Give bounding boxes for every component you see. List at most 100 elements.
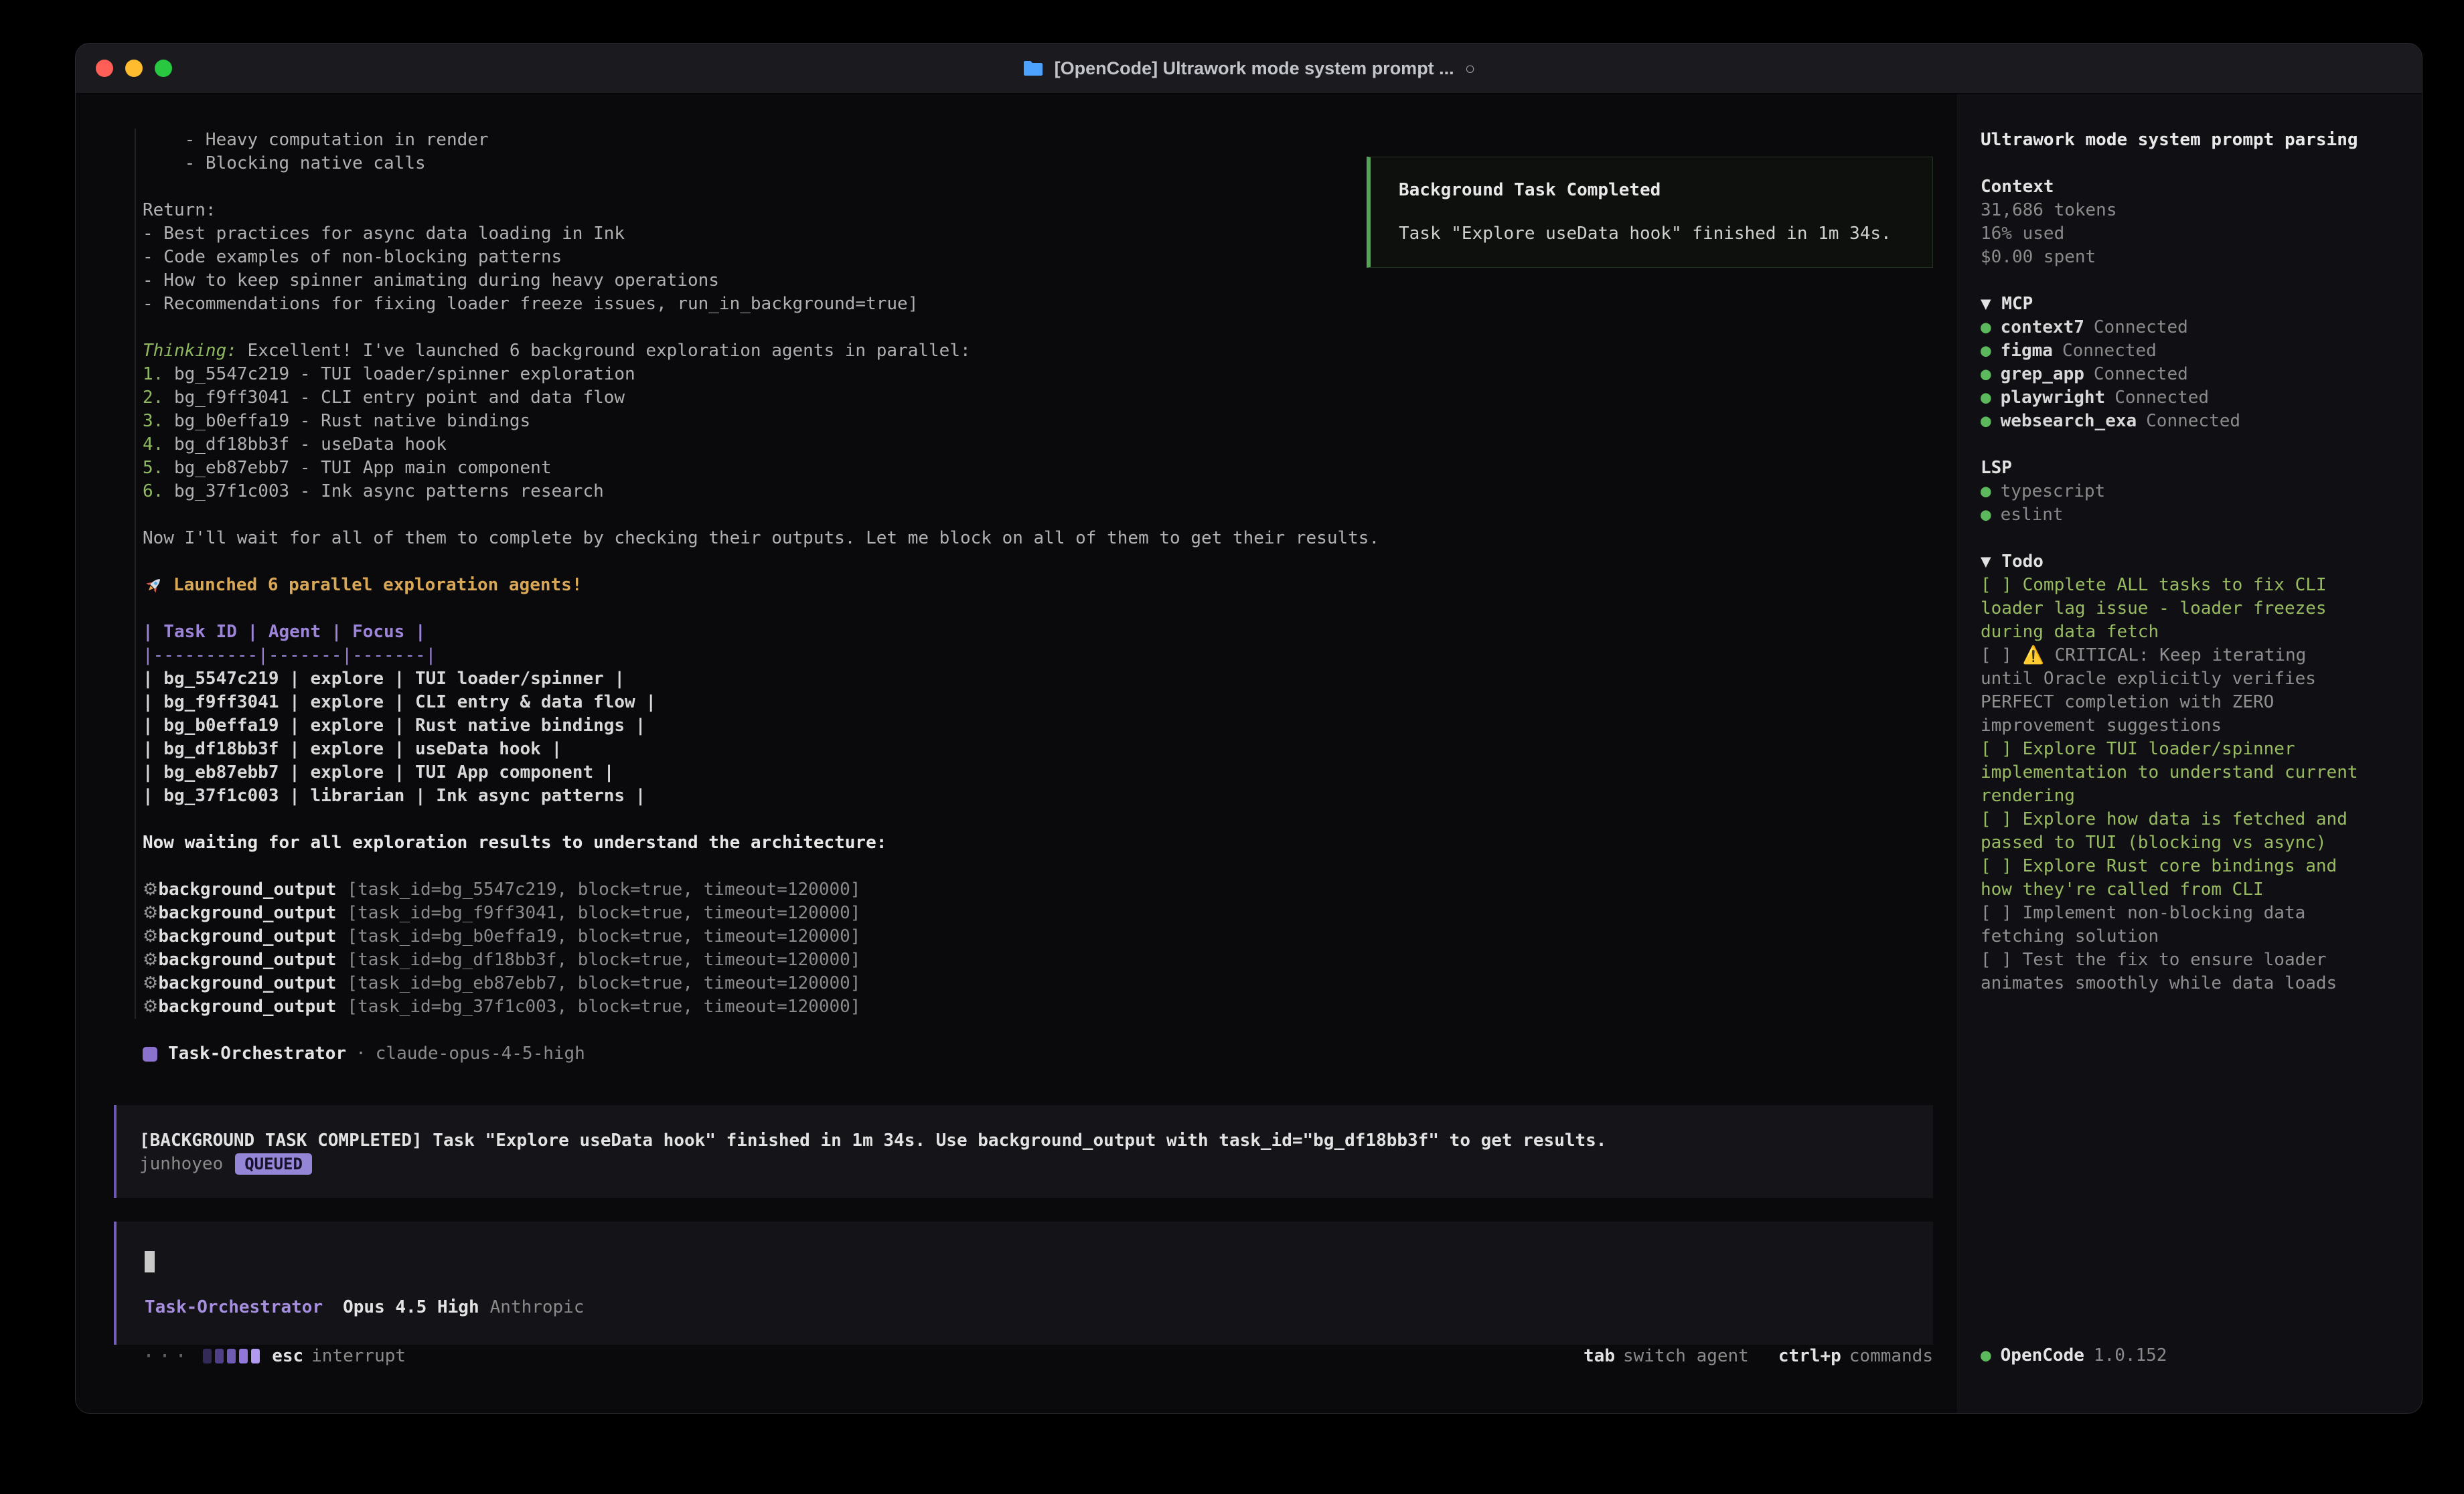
- table-row: | bg_b0effa19 | explore | Rust native bi…: [143, 714, 1933, 738]
- commands-label: commands: [1849, 1346, 1933, 1366]
- mcp-item: ●playwrightConnected: [1981, 386, 2365, 410]
- agent-list-item: 2. bg_f9ff3041 - CLI entry point and dat…: [143, 386, 1933, 410]
- tab-label: switch agent: [1623, 1346, 1749, 1366]
- tool-call: ⚙background_output [task_id=bg_b0effa19, …: [143, 925, 1933, 948]
- notification-title: Background Task Completed: [1399, 179, 1904, 202]
- separator-dot: ·: [356, 1042, 366, 1066]
- app-name: OpenCode: [2001, 1345, 2084, 1365]
- mcp-server-name: playwright: [2001, 388, 2106, 408]
- thinking-line: Thinking: Excellent! I've launched 6 bac…: [143, 339, 1933, 363]
- tool-args: [task_id=bg_df18bb3f, block=true, timeou…: [347, 950, 860, 970]
- app-version: ●OpenCode1.0.152: [1981, 1344, 2167, 1367]
- gear-icon: ⚙: [143, 973, 158, 993]
- agent-list-text: bg_37f1c003 - Ink async patterns researc…: [163, 481, 603, 501]
- terminal-main[interactable]: - Heavy computation in render - Blocking…: [76, 94, 1956, 1413]
- table-separator: |----------|-------|-------|: [143, 644, 1933, 667]
- list-number: 1.: [143, 364, 163, 384]
- todo-heading[interactable]: ▼ Todo: [1981, 550, 2365, 574]
- gear-icon: ⚙: [143, 926, 158, 946]
- conversation-log: - Heavy computation in render - Blocking…: [143, 129, 1933, 1066]
- status-dot-icon: ●: [1981, 505, 1991, 525]
- table-rows: | bg_5547c219 | explore | TUI loader/spi…: [143, 667, 1933, 808]
- tool-args: [task_id=bg_37f1c003, block=true, timeou…: [347, 997, 860, 1017]
- list-number: 3.: [143, 411, 163, 431]
- mcp-heading[interactable]: ▼ MCP: [1981, 293, 2365, 316]
- message-left-border: [135, 129, 136, 1019]
- lsp-item: ● eslint: [1981, 503, 2365, 527]
- zoom-button[interactable]: [155, 60, 172, 77]
- agent-square-icon: [143, 1047, 157, 1062]
- background-task-notification[interactable]: Background Task Completed Task "Explore …: [1367, 157, 1933, 268]
- agent-list-item: 6. bg_37f1c003 - Ink async patterns rese…: [143, 480, 1933, 503]
- table-header: | Task ID | Agent | Focus |: [143, 620, 1933, 644]
- context-tokens: 31,686 tokens: [1981, 199, 2365, 222]
- titlebar[interactable]: [OpenCode] Ultrawork mode system prompt …: [76, 44, 2422, 94]
- todo-item: [ ] Implement non-blocking data fetching…: [1981, 902, 2365, 948]
- todo-item: [ ] Explore how data is fetched and pass…: [1981, 808, 2365, 855]
- agent-list-text: bg_f9ff3041 - CLI entry point and data f…: [163, 388, 625, 408]
- mcp-server-status: Connected: [2094, 317, 2188, 337]
- status-dot-icon: ●: [1981, 481, 1991, 501]
- desktop: [OpenCode] Ultrawork mode system prompt …: [0, 0, 2464, 1494]
- text-cursor: [145, 1251, 155, 1272]
- agent-id-list: 1. bg_5547c219 - TUI loader/spinner expl…: [143, 363, 1933, 503]
- mcp-item: ● grep_app Connected: [1981, 363, 2365, 386]
- prompt-input[interactable]: Task-OrchestratorOpus 4.5 HighAnthropic: [114, 1222, 1933, 1345]
- mcp-server-name: grep_app: [2001, 364, 2084, 384]
- queued-message: [BACKGROUND TASK COMPLETED] Task "Explor…: [114, 1105, 1933, 1198]
- wait-text: Now I'll wait for all of them to complet…: [143, 527, 1933, 550]
- queued-message-meta: junhoyeoQUEUED: [139, 1153, 1910, 1176]
- close-button[interactable]: [96, 60, 113, 77]
- mcp-server-status: Connected: [2094, 364, 2188, 384]
- context-used: 16% used: [1981, 222, 2365, 246]
- gear-icon: ⚙: [143, 903, 158, 923]
- active-model: Opus 4.5 High: [343, 1297, 479, 1317]
- agent-list-text: bg_5547c219 - TUI loader/spinner explora…: [163, 364, 635, 384]
- model-name: claude-opus-4-5-high: [376, 1042, 585, 1066]
- status-dot-icon: ●: [1981, 364, 1991, 384]
- esc-label: interrupt: [311, 1346, 406, 1366]
- status-dot-icon: ●: [1981, 411, 1991, 431]
- tool-args: [task_id=bg_5547c219, block=true, timeou…: [347, 880, 860, 900]
- lsp-server-name: eslint: [2001, 505, 2064, 525]
- message-footer: Task-Orchestrator · claude-opus-4-5-high: [143, 1042, 1933, 1066]
- mcp-item: ●figmaConnected: [1981, 339, 2365, 363]
- tool-call: ⚙background_output [task_id=bg_5547c219, …: [143, 878, 1933, 902]
- queued-badge: QUEUED: [235, 1153, 312, 1175]
- tool-name: background_output: [158, 926, 336, 946]
- tool-args: [task_id=bg_b0effa19, block=true, timeou…: [347, 926, 860, 946]
- session-title: Ultrawork mode system prompt parsing: [1981, 129, 2365, 152]
- window-content: - Heavy computation in render - Blocking…: [76, 94, 2422, 1413]
- tool-name: background_output: [158, 950, 336, 970]
- agent-list-text: bg_df18bb3f - useData hook: [163, 434, 447, 454]
- mcp-item: ● context7 Connected: [1981, 316, 2365, 339]
- lsp-server-name: typescript: [2001, 481, 2106, 501]
- gear-icon: ⚙: [143, 950, 158, 970]
- tool-args: [task_id=bg_f9ff3041, block=true, timeou…: [347, 903, 860, 923]
- todo-list: [ ] Complete ALL tasks to fix CLI loader…: [1981, 574, 2365, 995]
- todo-item: [ ] Explore Rust core bindings and how t…: [1981, 855, 2365, 902]
- list-number: 5.: [143, 458, 163, 478]
- launch-text: Launched 6 parallel exploration agents!: [173, 574, 582, 597]
- status-left: ··· esc interrupt: [143, 1345, 406, 1368]
- agent-list-text: bg_eb87ebb7 - TUI App main component: [163, 458, 551, 478]
- table-row: | bg_f9ff3041 | explore | CLI entry & da…: [143, 691, 1933, 714]
- arch-text: Now waiting for all exploration results …: [143, 831, 1933, 855]
- esc-key: esc: [272, 1346, 303, 1366]
- agent-list-item: 3. bg_b0effa19 - Rust native bindings: [143, 410, 1933, 433]
- mcp-server-name: context7: [2001, 317, 2084, 337]
- status-dot-icon: ●: [1981, 317, 1991, 337]
- launch-line: Launched 6 parallel exploration agents!: [143, 574, 1933, 597]
- esc-hint: esc interrupt: [272, 1345, 406, 1368]
- tool-name: background_output: [158, 880, 336, 900]
- window-title-wrap: [OpenCode] Ultrawork mode system prompt …: [76, 44, 2422, 93]
- tool-name: background_output: [158, 903, 336, 923]
- lsp-heading: LSP: [1981, 456, 2365, 480]
- version-number: 1.0.152: [2094, 1345, 2167, 1365]
- lsp-list: ● typescript ● eslint: [1981, 480, 2365, 527]
- tab-key: tab: [1584, 1346, 1615, 1366]
- gear-icon: ⚙: [143, 880, 158, 900]
- sidebar: Ultrawork mode system prompt parsing Con…: [1956, 94, 2422, 1413]
- activity-dots: ···: [143, 1345, 191, 1368]
- minimize-button[interactable]: [125, 60, 143, 77]
